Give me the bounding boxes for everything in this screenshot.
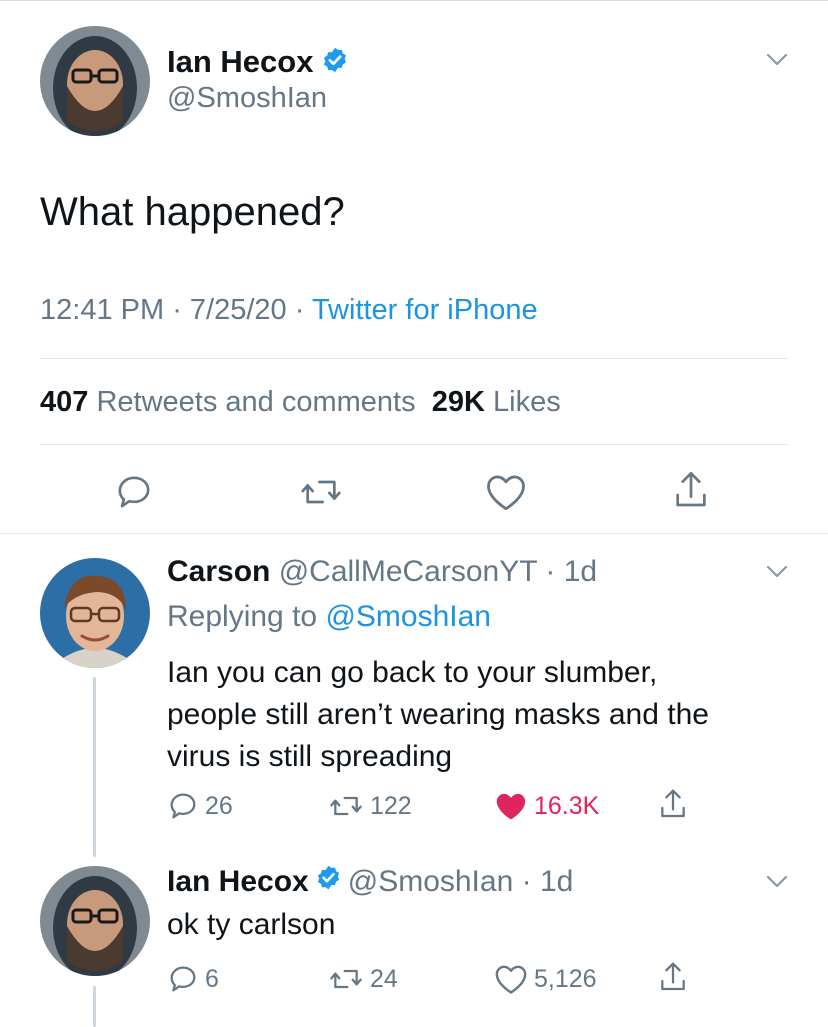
author-name[interactable]: Ian Hecox xyxy=(167,44,313,80)
thread-line xyxy=(93,986,96,1027)
like-icon xyxy=(494,963,528,995)
reply-header: Carson @CallMeCarsonYT · 1d xyxy=(167,555,597,589)
reply-header: Ian Hecox @SmoshIan · 1d xyxy=(167,864,573,899)
like-icon[interactable] xyxy=(485,472,527,517)
verified-badge-icon xyxy=(315,864,342,899)
reply-count: 6 xyxy=(205,964,219,993)
retweets-label: Retweets and comments xyxy=(96,386,416,418)
likes-stat[interactable]: 29K Likes xyxy=(432,386,561,418)
like-icon xyxy=(494,790,528,822)
divider xyxy=(40,444,788,445)
meta-separator: · xyxy=(164,294,190,326)
tweet-date: 7/25/20 xyxy=(189,294,287,326)
reply-text-line: virus is still spreading xyxy=(167,740,453,773)
tweet-time: 12:41 PM xyxy=(40,294,165,326)
share-icon[interactable] xyxy=(671,468,711,517)
meta-separator: · xyxy=(286,294,312,326)
reply-button[interactable]: 26 xyxy=(167,790,233,822)
share-icon[interactable] xyxy=(657,959,689,1000)
reply-text-line: people still aren’t wearing masks and th… xyxy=(167,698,709,731)
tweet-stats: 407 Retweets and comments 29K Likes xyxy=(40,386,561,419)
reply-icon xyxy=(167,963,199,995)
retweet-icon xyxy=(328,963,364,995)
like-button[interactable]: 5,126 xyxy=(494,963,597,995)
retweets-stat[interactable]: 407 Retweets and comments xyxy=(40,386,416,418)
author-handle[interactable]: @SmoshIan xyxy=(167,82,327,115)
reply-text: ok ty carlson xyxy=(167,908,336,941)
replying-prefix: Replying to xyxy=(167,600,318,633)
chevron-down-icon[interactable] xyxy=(764,46,790,72)
reply-text-line: Ian you can go back to your slumber, xyxy=(167,656,658,689)
retweet-icon[interactable] xyxy=(299,472,343,517)
tweet-text: What happened? xyxy=(40,190,345,234)
likes-label: Likes xyxy=(493,386,561,418)
avatar[interactable] xyxy=(40,866,150,976)
meta-separator: · xyxy=(537,555,564,588)
reply-age: 1d xyxy=(539,864,574,898)
retweet-count: 24 xyxy=(370,964,398,993)
author-row: Ian Hecox xyxy=(167,42,349,82)
retweet-button[interactable]: 24 xyxy=(328,963,398,995)
reply-button[interactable]: 6 xyxy=(167,963,219,995)
likes-count: 29K xyxy=(431,386,485,418)
like-count: 16.3K xyxy=(534,791,600,820)
reply-text: Ian you can go back to your slumber, peo… xyxy=(167,652,709,778)
avatar[interactable] xyxy=(40,26,150,136)
reply-count: 26 xyxy=(205,791,233,820)
replying-to-link[interactable]: @SmoshIan xyxy=(325,600,491,633)
replying-to: Replying to @SmoshIan xyxy=(167,600,491,634)
reply-icon[interactable] xyxy=(114,472,154,517)
verified-badge-icon xyxy=(321,46,349,79)
tweet-source-link[interactable]: Twitter for iPhone xyxy=(312,294,538,326)
share-icon[interactable] xyxy=(657,786,689,827)
avatar[interactable] xyxy=(40,558,150,668)
meta-separator: · xyxy=(513,864,540,898)
author-name[interactable]: Carson xyxy=(167,555,270,588)
like-count: 5,126 xyxy=(534,964,597,993)
chevron-down-icon[interactable] xyxy=(764,868,790,894)
like-button[interactable]: 16.3K xyxy=(494,790,599,822)
author-handle[interactable]: @CallMeCarsonYT xyxy=(279,555,537,588)
thread-line xyxy=(93,677,96,857)
divider xyxy=(0,533,828,534)
author-handle[interactable]: @SmoshIan xyxy=(348,865,514,898)
retweets-count: 407 xyxy=(40,386,89,418)
retweet-button[interactable]: 122 xyxy=(328,790,412,822)
reply-age: 1d xyxy=(563,555,598,588)
retweet-icon xyxy=(328,790,364,822)
top-divider xyxy=(0,0,828,1)
tweet-meta: 12:41 PM · 7/25/20 · Twitter for iPhone xyxy=(40,294,538,327)
divider xyxy=(40,358,788,359)
retweet-count: 122 xyxy=(370,791,412,820)
author-name[interactable]: Ian Hecox xyxy=(167,865,309,899)
reply-icon xyxy=(167,790,199,822)
chevron-down-icon[interactable] xyxy=(764,558,790,584)
